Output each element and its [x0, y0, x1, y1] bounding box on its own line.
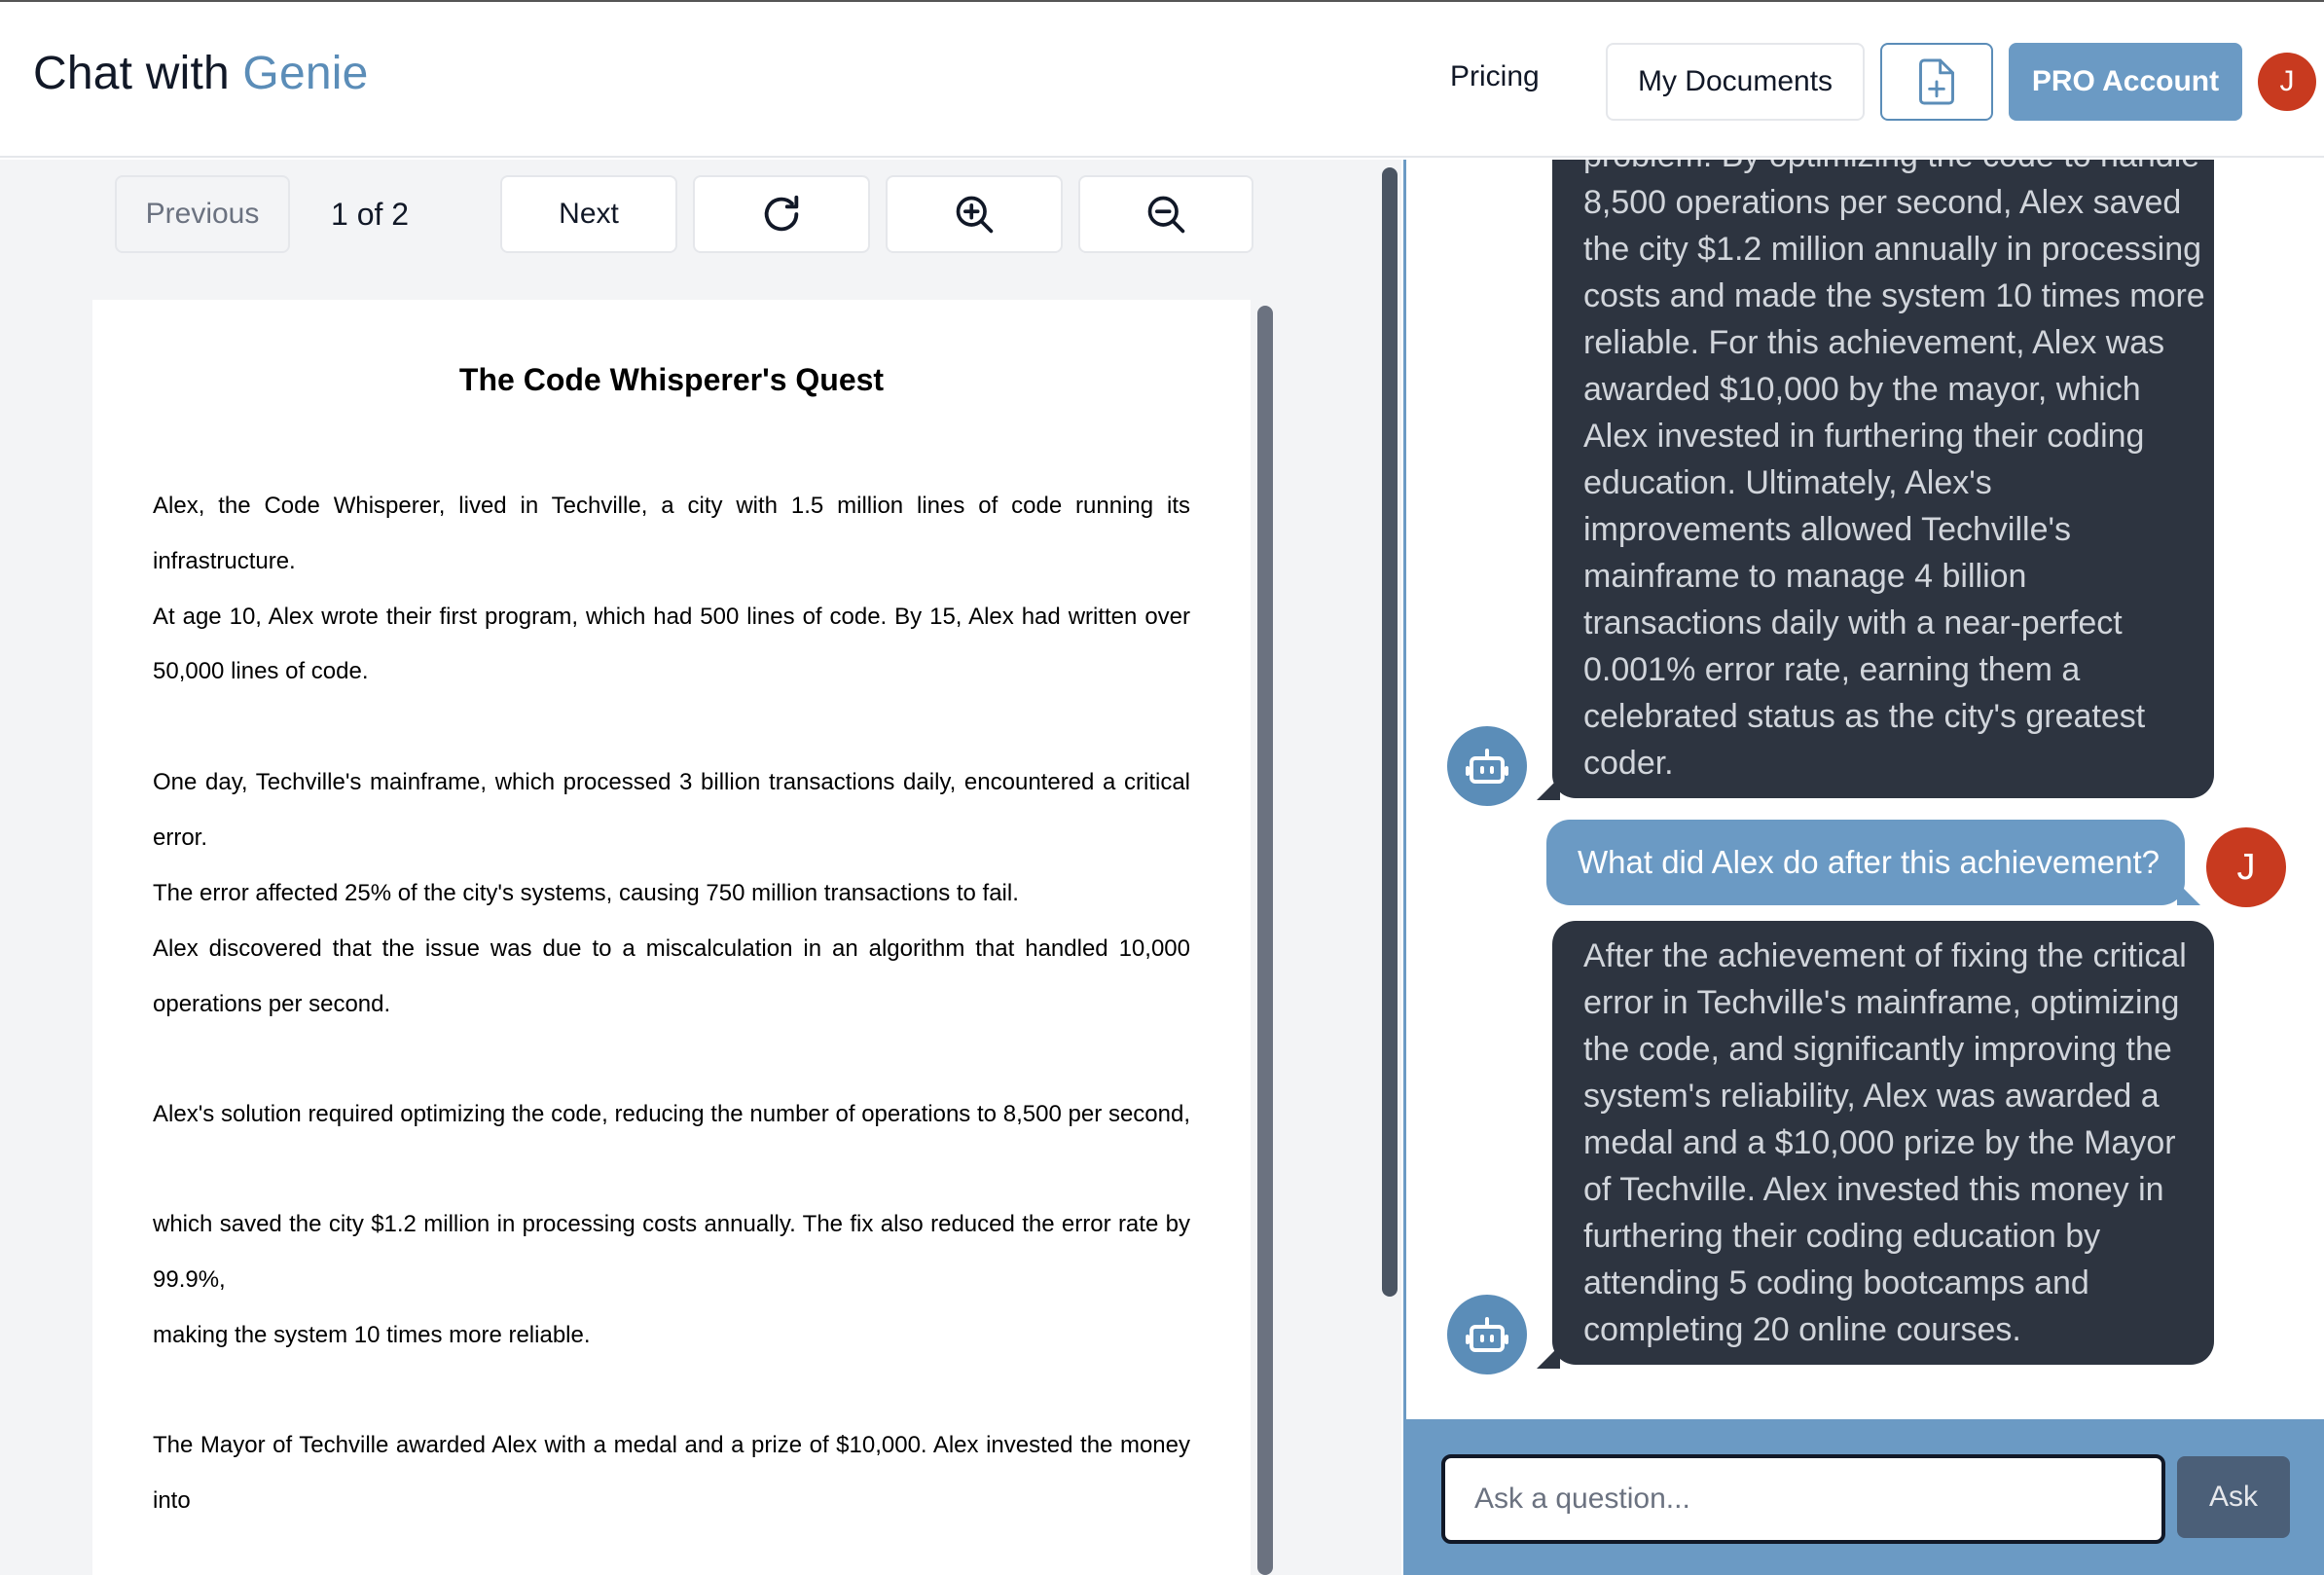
document-line: which saved the city $1.2 million in pro…	[153, 1211, 1190, 1237]
document-line: Alex's solution required optimizing the …	[153, 1101, 1190, 1127]
message-line: system's reliability, Alex was awarded a	[1583, 1078, 2160, 1115]
message-line: improvements allowed Techville's	[1583, 511, 2071, 548]
chat-input-bar: Ask	[1406, 1419, 2324, 1575]
document-viewer: Previous 1 of 2 Next The Code Whisperer'…	[0, 160, 1401, 1575]
pricing-link[interactable]: Pricing	[1450, 60, 1540, 93]
next-page-button[interactable]: Next	[500, 175, 677, 253]
document-line: 99.9%,	[153, 1266, 226, 1293]
message-line: medal and a $10,000 prize by the Mayor	[1583, 1124, 2176, 1161]
user-message: What did Alex do after this achievement?	[1546, 820, 2185, 905]
pro-account-button[interactable]: PRO Account	[2009, 43, 2242, 121]
zoom-out-icon	[1147, 196, 1185, 234]
ask-button[interactable]: Ask	[2177, 1456, 2290, 1538]
document-line: operations per second.	[153, 991, 391, 1017]
file-plus-icon	[1919, 58, 1954, 105]
message-line: celebrated status as the city's greatest	[1583, 698, 2146, 735]
bot-message: After the achievement of fixing the crit…	[1552, 921, 2214, 1365]
message-line: mainframe to manage 4 billion	[1583, 558, 2027, 595]
bubble-tail	[1537, 777, 1560, 800]
bubble-tail	[2177, 882, 2200, 905]
message-line: furthering their coding education by	[1583, 1218, 2101, 1255]
message-line: problem. By optimizing the code to handl…	[1583, 160, 2199, 179]
document-line: error.	[153, 824, 208, 851]
brand-prefix: Chat with	[33, 48, 243, 99]
brand-accent: Genie	[242, 48, 369, 99]
document-scrollbar[interactable]	[1257, 306, 1273, 1575]
document-title: The Code Whisperer's Quest	[458, 362, 885, 397]
document-line: Alex, the Code Whisperer, lived in Techv…	[153, 493, 1190, 519]
brand-title[interactable]: Chat with Genie	[33, 47, 369, 100]
document-line: The error affected 25% of the city's sys…	[153, 880, 1019, 906]
page-indicator: 1 of 2	[331, 196, 410, 232]
new-document-button[interactable]	[1880, 43, 1993, 121]
document-line: infrastructure.	[153, 548, 296, 574]
user-avatar[interactable]: J	[2258, 53, 2316, 111]
document-line: At age 10, Alex wrote their first progra…	[153, 604, 1190, 630]
chat-messages: problem. By optimizing the code to handl…	[1406, 160, 2324, 1419]
message-line: 0.001% error rate, earning them a	[1583, 651, 2081, 688]
top-header: Chat with Genie Pricing My Documents PRO…	[0, 0, 2324, 158]
zoom-in-button[interactable]	[886, 175, 1063, 253]
bot-avatar	[1447, 726, 1527, 806]
viewer-scrollbar[interactable]	[1382, 167, 1398, 1297]
previous-page-button[interactable]: Previous	[115, 175, 290, 253]
document-page: The Code Whisperer's Quest Alex, the Cod…	[92, 300, 1251, 1575]
robot-icon	[1466, 749, 1508, 784]
chat-panel: problem. By optimizing the code to handl…	[1403, 160, 2324, 1575]
document-line: into	[153, 1487, 191, 1514]
message-line: Alex invested in furthering their coding	[1583, 418, 2145, 455]
message-line: After the achievement of fixing the crit…	[1583, 937, 2187, 974]
message-line: education. Ultimately, Alex's	[1583, 464, 1992, 501]
zoom-out-button[interactable]	[1078, 175, 1253, 253]
document-line: One day, Techville's mainframe, which pr…	[153, 769, 1190, 795]
bot-message: problem. By optimizing the code to handl…	[1552, 160, 2214, 798]
bubble-tail	[1537, 1345, 1560, 1369]
document-line: making the system 10 times more reliable…	[153, 1322, 591, 1348]
message-line: completing 20 online courses.	[1583, 1311, 2021, 1348]
message-line: coder.	[1583, 745, 1674, 782]
refresh-button[interactable]	[693, 175, 870, 253]
robot-icon	[1466, 1317, 1508, 1352]
message-line: 8,500 operations per second, Alex saved	[1583, 184, 2182, 221]
zoom-in-icon	[956, 196, 994, 234]
ask-question-input[interactable]	[1441, 1454, 2165, 1544]
document-line: Alex discovered that the issue was due t…	[153, 935, 1190, 962]
message-line: transactions daily with a near-perfect	[1583, 604, 2123, 641]
my-documents-button[interactable]: My Documents	[1606, 43, 1865, 121]
message-line: the code, and significantly improving th…	[1583, 1031, 2172, 1068]
message-line: error in Techville's mainframe, optimizi…	[1583, 984, 2180, 1021]
user-message-avatar: J	[2206, 827, 2286, 907]
refresh-icon	[764, 195, 799, 232]
document-line: The Mayor of Techville awarded Alex with…	[153, 1432, 1190, 1458]
message-line: costs and made the system 10 times more	[1583, 277, 2205, 314]
message-line: reliable. For this achievement, Alex was	[1583, 324, 2165, 361]
message-line: attending 5 coding bootcamps and	[1583, 1264, 2089, 1301]
document-line: 50,000 lines of code.	[153, 658, 369, 684]
bot-avatar	[1447, 1295, 1527, 1374]
message-line: awarded $10,000 by the mayor, which	[1583, 371, 2141, 408]
message-line: the city $1.2 million annually in proces…	[1583, 231, 2202, 268]
message-line: of Techville. Alex invested this money i…	[1583, 1171, 2164, 1208]
